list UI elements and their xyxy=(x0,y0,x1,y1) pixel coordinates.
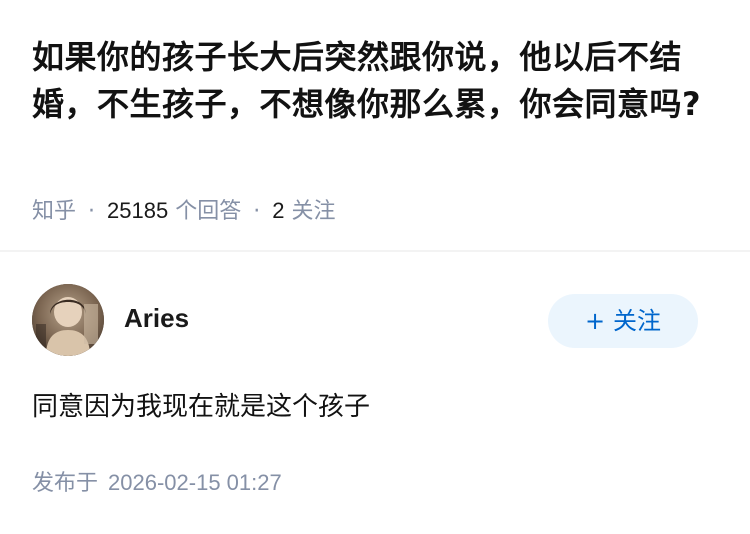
publish-info: 发布于 2026-02-15 01:27 xyxy=(32,467,282,500)
question-title[interactable]: 如果你的孩子长大后突然跟你说，他以后不结婚，不生孩子，不想像你那么累，你会同意吗… xyxy=(32,34,722,128)
user-photo-avatar[interactable] xyxy=(32,284,104,356)
author-name[interactable]: Aries xyxy=(124,302,189,334)
publish-label: 发布于 xyxy=(32,471,99,496)
question-header: 如果你的孩子长大后突然跟你说，他以后不结婚，不生孩子，不想像你那么累，你会同意吗… xyxy=(32,34,722,128)
follow-button[interactable]: + 关注 xyxy=(548,294,698,348)
zhihu-question-page: 如果你的孩子长大后突然跟你说，他以后不结婚，不生孩子，不想像你那么累，你会同意吗… xyxy=(0,0,750,534)
follower-count: 2 xyxy=(272,198,285,223)
meta-separator: · xyxy=(253,199,261,224)
publish-timestamp: 2026-02-15 01:27 xyxy=(108,470,282,495)
question-meta: 知乎 · 25185 个回答 · 2 关注 xyxy=(32,196,335,227)
follow-button-label: 关注 xyxy=(613,307,662,335)
answer-author-row: Aries + 关注 xyxy=(32,284,722,356)
answer-count: 25185 xyxy=(107,198,169,223)
avatar-photo-icon xyxy=(32,284,104,356)
plus-icon: + xyxy=(584,307,606,335)
answer-content[interactable]: 同意因为我现在就是这个孩子 xyxy=(32,388,370,426)
meta-separator: · xyxy=(88,199,96,224)
source-label: 知乎 xyxy=(32,199,77,224)
follower-count-unit: 关注 xyxy=(291,199,336,224)
section-divider xyxy=(0,250,750,252)
answer-count-unit: 个回答 xyxy=(175,199,242,224)
